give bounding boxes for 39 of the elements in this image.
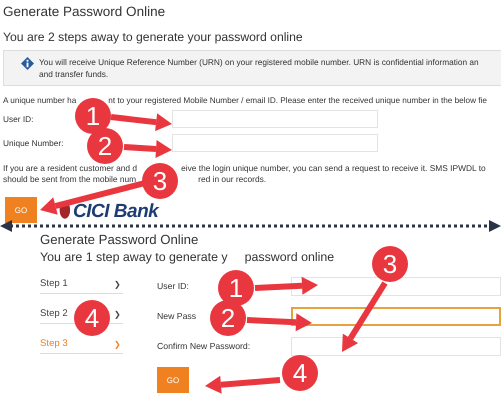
bank-logo: CICI Bank <box>73 201 158 223</box>
number-badge: 4 <box>282 355 318 391</box>
chevron-icon: ❯ <box>114 280 123 289</box>
go-button[interactable]: GO <box>157 367 189 393</box>
number-badge: 2 <box>210 300 246 336</box>
number-badge: 3 <box>372 246 408 282</box>
number-badge: 3 <box>142 163 178 199</box>
arrow <box>124 140 172 158</box>
instruction-text: nt to your registered Mobile Number / email ID. Please enter the received unique number in the below fie <box>108 96 487 105</box>
page-title: Generate Password Online <box>3 3 166 21</box>
field-label: User ID: <box>3 114 34 124</box>
info-text: and transfer funds. <box>39 68 110 80</box>
arrow <box>246 313 312 332</box>
chevron-icon: ❯ <box>114 310 123 319</box>
page-subtitle: password online <box>244 250 334 264</box>
page-subtitle: You are 1 step away to generate y <box>40 250 228 264</box>
step-tab[interactable]: Step 2 <box>40 308 68 319</box>
field-label: User ID: <box>157 281 189 291</box>
arrow <box>254 276 318 295</box>
field-label: New Pass <box>157 311 196 321</box>
help-text: should be sent from the mobile num <box>3 174 136 184</box>
instruction-text: A unique number ha <box>3 96 76 105</box>
field-label: Unique Number: <box>3 138 64 148</box>
chevron-icon: ❯ <box>114 340 123 349</box>
page-title: Generate Password Online <box>40 232 200 248</box>
help-text: eive the login unique number, you can send a request to receive it. SMS IPWDL to <box>181 163 486 173</box>
field-label: Confirm New Password: <box>157 341 250 351</box>
step-tab[interactable]: Step 1 <box>40 278 68 289</box>
input-field[interactable] <box>291 306 501 326</box>
step-tab[interactable]: Step 3 <box>40 338 68 349</box>
help-text: red in our records. <box>198 174 266 184</box>
number-badge: 4 <box>74 300 110 336</box>
go-button[interactable]: GO <box>5 197 37 223</box>
help-text: If you are a resident customer and d <box>3 163 138 173</box>
page-subtitle: You are 2 steps away to generate your password online <box>3 29 304 46</box>
arrow <box>342 281 388 352</box>
info-icon <box>21 57 34 70</box>
info-text: You will receive Unique Reference Number (URN) on your registered mobile number. URN is confidential information an <box>39 56 479 68</box>
number-badge: 2 <box>87 128 123 164</box>
